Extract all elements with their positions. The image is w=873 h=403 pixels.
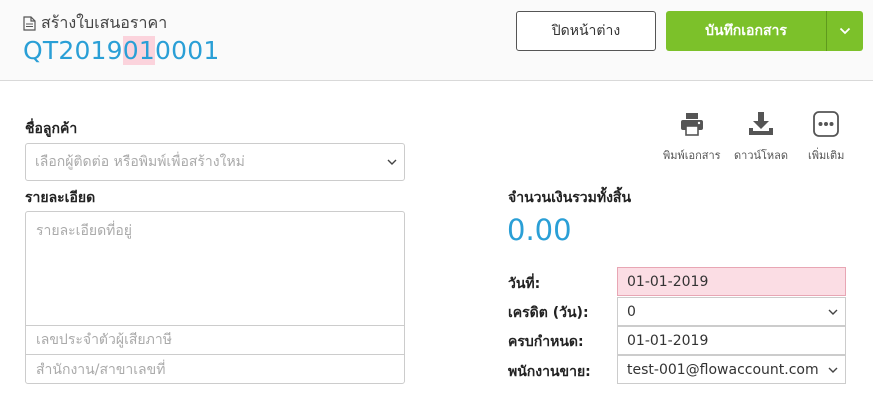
document-header: สร้างใบเสนอราคา QT2019010001 ปิดหน้าต่าง… — [0, 0, 873, 81]
more-button[interactable]: เพิ่มเติม — [808, 110, 844, 164]
salesperson-label: พนักงานขาย: — [508, 364, 591, 380]
customer-details-group: รายละเอียดที่อยู่ เลขประจำตัวผู้เสียภาษี… — [25, 211, 405, 384]
document-icon — [23, 16, 36, 31]
chevron-down-icon — [828, 367, 838, 373]
total-amount-label: จำนวนเงินรวมทั้งสิ้น — [508, 190, 632, 206]
credit-days-label: เครดิต (วัน): — [508, 305, 589, 321]
download-label: ดาวน์โหลด — [734, 149, 789, 162]
credit-days-select[interactable]: 0 — [617, 297, 846, 326]
doc-type-title: สร้างใบเสนอราคา — [23, 11, 167, 36]
more-label: เพิ่มเติม — [808, 149, 845, 162]
save-document-button[interactable]: บันทึกเอกสาร — [666, 11, 826, 51]
due-date-label: ครบกำหนด: — [508, 334, 584, 350]
date-label: วันที่: — [508, 276, 541, 292]
doc-number-suffix: 0001 — [155, 36, 220, 65]
doc-type-label: สร้างใบเสนอราคา — [41, 13, 168, 32]
customer-select-placeholder: เลือกผู้ติดต่อ หรือพิมพ์เพื่อสร้างใหม่ — [35, 154, 245, 170]
doc-number-highlight: 01 — [122, 36, 155, 65]
save-options-dropdown[interactable] — [826, 11, 863, 51]
print-button[interactable]: พิมพ์เอกสาร — [663, 110, 721, 164]
date-input[interactable]: 01-01-2019 — [617, 267, 846, 296]
address-textarea[interactable]: รายละเอียดที่อยู่ — [26, 212, 404, 326]
more-icon — [813, 111, 840, 137]
details-label: รายละเอียด — [25, 190, 96, 206]
doc-number[interactable]: QT2019010001 — [23, 36, 219, 65]
tax-id-input[interactable]: เลขประจำตัวผู้เสียภาษี — [26, 326, 404, 355]
branch-input[interactable]: สำนักงาน/สาขาเลขที่ — [26, 355, 404, 384]
download-icon — [749, 112, 774, 135]
doc-number-prefix: QT2019 — [23, 36, 123, 65]
customer-name-label: ชื่อลูกค้า — [25, 121, 78, 137]
total-amount-value: 0.00 — [507, 213, 572, 247]
printer-icon — [680, 113, 703, 136]
salesperson-select[interactable]: test-001@flowaccount.com — [617, 355, 846, 384]
download-button[interactable]: ดาวน์โหลด — [734, 110, 788, 164]
salesperson-value: test-001@flowaccount.com — [627, 361, 819, 378]
customer-select[interactable]: เลือกผู้ติดต่อ หรือพิมพ์เพื่อสร้างใหม่ — [25, 143, 405, 181]
close-window-button[interactable]: ปิดหน้าต่าง — [516, 11, 656, 51]
chevron-down-icon — [387, 159, 397, 165]
print-label: พิมพ์เอกสาร — [663, 149, 721, 162]
due-date-input[interactable]: 01-01-2019 — [617, 326, 846, 355]
due-date-value: 01-01-2019 — [627, 332, 709, 349]
chevron-down-icon — [839, 27, 851, 35]
date-value: 01-01-2019 — [627, 273, 709, 290]
chevron-down-icon — [828, 309, 838, 315]
credit-days-value: 0 — [627, 303, 636, 320]
